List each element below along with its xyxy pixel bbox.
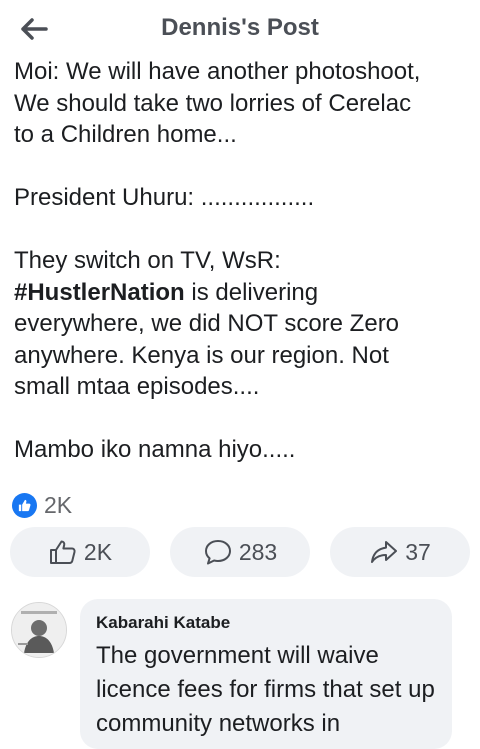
post-line: anywhere. Kenya is our region. Not: [14, 341, 389, 369]
post-line-hashtag: #HustlerNation is delivering: [14, 277, 470, 309]
post-line: President Uhuru: .................: [14, 184, 315, 211]
comment-author[interactable]: Kabarahi Katabe: [96, 613, 230, 633]
post-line: Mambo iko namna hiyo.....: [14, 436, 296, 463]
like-button[interactable]: 2K: [10, 527, 150, 577]
share-button[interactable]: 37: [330, 527, 470, 577]
share-count: 37: [405, 538, 431, 565]
post-text: Moi: We will have another photoshoot, We…: [14, 56, 470, 476]
post-line-rest: is delivering: [184, 278, 319, 306]
post-line: small mtaa episodes....: [14, 373, 260, 400]
thumbs-up-icon: [49, 540, 76, 564]
comment-icon: [204, 540, 231, 565]
share-icon: [371, 541, 398, 563]
post-line: to a Children home...: [14, 121, 237, 148]
comment-text: The government will waive licence fees f…: [96, 642, 435, 737]
comment-count: 283: [238, 538, 278, 565]
like-icon: [12, 492, 37, 518]
post-line: We should take two lorries of Cerelac: [14, 89, 412, 117]
reaction-count: 2K: [44, 491, 73, 518]
comment-button[interactable]: 283: [170, 527, 310, 577]
post-line: Moi: We will have another photoshoot,: [14, 58, 421, 85]
hashtag-link[interactable]: #HustlerNation: [14, 279, 185, 306]
like-count: 2K: [83, 538, 113, 565]
post-line: They switch on TV, WsR:: [14, 247, 281, 274]
post-line: everywhere, we did NOT score Zero: [14, 310, 400, 337]
reaction-summary[interactable]: 2K: [12, 491, 72, 519]
comment-item: Kabarahi Katabe The government will waiv…: [0, 596, 480, 749]
page-title: Dennis's Post: [161, 14, 319, 41]
top-bar: Dennis's Post: [0, 0, 480, 60]
avatar[interactable]: [11, 602, 67, 658]
